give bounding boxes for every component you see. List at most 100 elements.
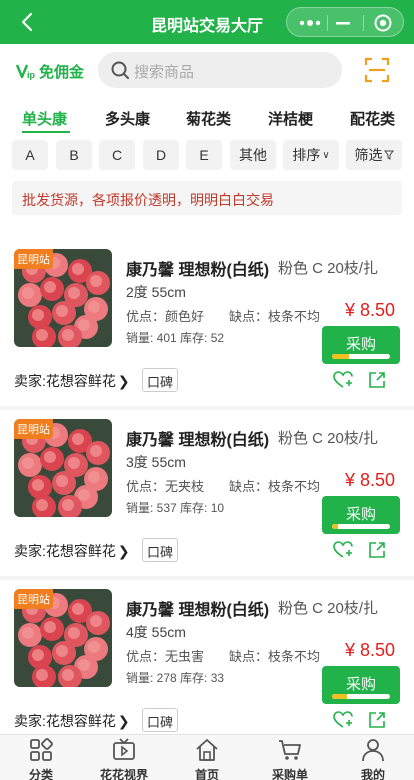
active-tab-indicator <box>22 131 70 133</box>
product-pros: 优点：颜色好 <box>126 309 205 324</box>
app-root: 昆明站交易大厅 ip 免佣金 搜索商品 单头康 多头康 菊花类 洋桔梗 配花类 … <box>0 0 414 780</box>
favorite-heart-icon[interactable] <box>333 710 353 730</box>
share-icon[interactable] <box>367 370 387 390</box>
nav-home-label: 首页 <box>194 768 219 780</box>
stock-progress-fill <box>332 694 347 699</box>
product-image[interactable]: 昆明站 <box>14 589 112 687</box>
stock-progress-bar <box>332 354 390 359</box>
category-tabs: 单头康 多头康 菊花类 洋桔梗 配花类 <box>0 106 414 136</box>
product-pros: 优点：无夹枝 <box>126 479 205 494</box>
product-price: ¥ 8.50 <box>345 300 396 320</box>
search-placeholder: 搜索商品 <box>134 64 195 81</box>
product-sales-stock: 销量: 278 库存: 33 <box>126 671 225 685</box>
scan-icon[interactable] <box>364 57 390 83</box>
product-grade-length: 2度 55cm <box>126 284 186 300</box>
tab-chrysanthemum[interactable]: 菊花类 <box>186 108 231 129</box>
seller-link[interactable]: 卖家:花想容鲜花 ❯ <box>14 371 130 391</box>
grade-d-chip[interactable]: D <box>143 140 179 170</box>
grade-c-chip[interactable]: C <box>99 140 135 170</box>
seller-name: 卖家:花想容鲜花 <box>14 713 116 729</box>
seller-link[interactable]: 卖家:花想容鲜花 ❯ <box>14 711 130 731</box>
tab-single-carnation[interactable]: 单头康 <box>22 108 67 129</box>
nav-purchase-list-label: 采购单 <box>271 768 308 780</box>
product-cons: 缺点：枝条不均 <box>229 479 321 494</box>
product-spec: 粉色 C 20枝/扎 <box>278 260 379 277</box>
seller-name: 卖家:花想容鲜花 <box>14 543 116 559</box>
product-card[interactable]: 昆明站 康乃馨 理想粉(白纸) 粉色 C 20枝/扎 4度 55cm 优点：无虫… <box>0 580 414 746</box>
vip-icon: ip <box>16 64 36 80</box>
product-price: ¥ 8.50 <box>345 470 396 490</box>
tab-filler-flowers[interactable]: 配花类 <box>350 108 395 129</box>
vip-label: 免佣金 <box>39 63 85 81</box>
filter-button[interactable]: 筛选 <box>346 140 402 170</box>
chevron-right-icon: ❯ <box>117 542 130 559</box>
grade-other-chip[interactable]: 其他 <box>230 140 276 170</box>
user-profile-icon <box>362 739 384 762</box>
filter-bar: A B C D E 其他 排序 ∨ 筛选 <box>0 140 414 170</box>
nav-flower-vision[interactable]: 花花视界 <box>83 735 165 780</box>
favorite-heart-icon[interactable] <box>333 540 353 560</box>
stock-progress-fill <box>332 524 338 529</box>
video-tv-icon <box>113 738 135 760</box>
share-icon[interactable] <box>367 710 387 730</box>
more-dots-icon[interactable] <box>297 15 323 31</box>
share-icon[interactable] <box>367 540 387 560</box>
product-price: ¥ 8.50 <box>345 640 396 660</box>
chevron-right-icon: ❯ <box>117 372 130 389</box>
tab-multi-carnation[interactable]: 多头康 <box>105 108 150 129</box>
vip-commission-free[interactable]: ip 免佣金 <box>16 61 84 81</box>
stock-progress-fill <box>332 354 350 359</box>
product-image[interactable]: 昆明站 <box>14 249 112 347</box>
station-badge: 昆明站 <box>14 589 53 609</box>
product-card[interactable]: 昆明站 康乃馨 理想粉(白纸) 粉色 C 20枝/扎 2度 55cm 优点：颜色… <box>0 240 414 406</box>
product-card[interactable]: 昆明站 康乃馨 理想粉(白纸) 粉色 C 20枝/扎 3度 55cm 优点：无夹… <box>0 410 414 576</box>
funnel-icon <box>383 150 394 160</box>
reputation-button[interactable]: 口碑 <box>142 708 179 732</box>
reputation-button[interactable]: 口碑 <box>142 368 179 392</box>
minimize-icon[interactable] <box>333 15 353 31</box>
capsule-divider <box>363 15 364 31</box>
product-grade-length: 3度 55cm <box>126 454 186 470</box>
tab-eustoma[interactable]: 洋桔梗 <box>268 108 313 129</box>
sort-label: 排序 <box>292 147 321 163</box>
bottom-nav: 分类 花花视界 首页 采购单 我的 <box>0 734 414 780</box>
home-icon <box>196 739 218 761</box>
chevron-down-icon: ∨ <box>322 149 330 161</box>
product-name[interactable]: 康乃馨 理想粉(白纸) <box>126 426 269 450</box>
station-badge: 昆明站 <box>14 249 53 269</box>
nav-mine[interactable]: 我的 <box>332 735 414 780</box>
product-grade-length: 4度 55cm <box>126 624 186 640</box>
grade-a-chip[interactable]: A <box>12 140 48 170</box>
product-spec: 粉色 C 20枝/扎 <box>278 600 379 617</box>
sort-dropdown[interactable]: 排序 ∨ <box>283 140 339 170</box>
product-cons: 缺点：枝条不均 <box>229 309 321 324</box>
category-grid-icon <box>30 738 53 761</box>
station-badge: 昆明站 <box>14 419 53 439</box>
svg-text:ip: ip <box>27 70 36 80</box>
product-sales-stock: 销量: 537 库存: 10 <box>126 501 225 515</box>
nav-home[interactable]: 首页 <box>166 735 248 780</box>
product-name[interactable]: 康乃馨 理想粉(白纸) <box>126 256 269 280</box>
search-icon <box>111 61 129 79</box>
header-panel: ip 免佣金 搜索商品 单头康 多头康 菊花类 洋桔梗 配花类 A B C D … <box>0 44 414 240</box>
seller-name: 卖家:花想容鲜花 <box>14 373 116 389</box>
search-input[interactable]: 搜索商品 <box>98 52 342 88</box>
miniprogram-capsule <box>286 7 404 37</box>
close-target-icon[interactable] <box>373 13 393 33</box>
product-spec: 粉色 C 20枝/扎 <box>278 430 379 447</box>
seller-link[interactable]: 卖家:花想容鲜花 ❯ <box>14 541 130 561</box>
nav-flower-vision-label: 花花视界 <box>99 768 148 780</box>
product-cons: 缺点：枝条不均 <box>229 649 321 664</box>
product-pros: 优点：无虫害 <box>126 649 205 664</box>
nav-purchase-list[interactable]: 采购单 <box>249 735 331 780</box>
favorite-heart-icon[interactable] <box>333 370 353 390</box>
product-name[interactable]: 康乃馨 理想粉(白纸) <box>126 596 269 620</box>
grade-e-chip[interactable]: E <box>186 140 222 170</box>
product-image[interactable]: 昆明站 <box>14 419 112 517</box>
stock-progress-bar <box>332 524 390 529</box>
reputation-button[interactable]: 口碑 <box>142 538 179 562</box>
cart-icon <box>279 740 301 760</box>
nav-category[interactable]: 分类 <box>0 735 82 780</box>
chevron-right-icon: ❯ <box>117 712 130 729</box>
grade-b-chip[interactable]: B <box>56 140 92 170</box>
